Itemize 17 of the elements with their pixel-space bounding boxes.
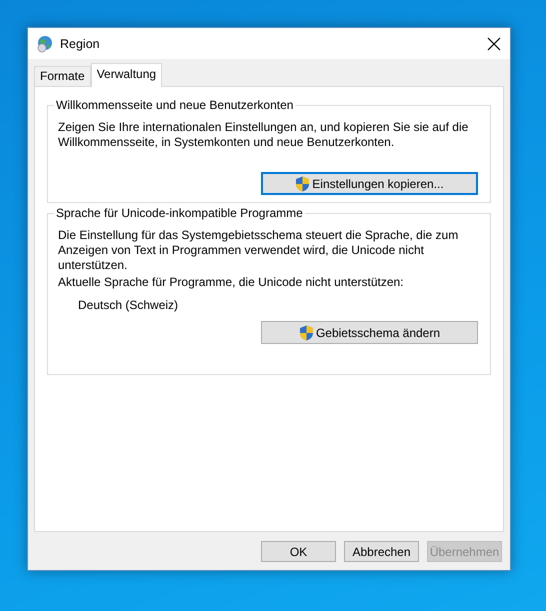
tab[interactable]: Verwaltung [90,63,162,87]
action-button[interactable]: Einstellungen kopieren... [261,172,478,195]
group-title: Willkommensseite und neue Benutzerkonten [54,98,296,112]
window-title: Region [60,36,101,50]
description-text: Aktuelle Sprache für Programme, die Unicode nicht unterstützen: [58,275,405,290]
group-title: Sprache für Unicode-inkompatible Programme [54,206,305,220]
close-icon[interactable] [486,36,502,52]
value-text: Deutsch (Schweiz) [78,298,180,313]
dialog-button[interactable]: Abbrechen [344,541,419,562]
shield-icon [295,176,310,192]
shield-icon [298,324,314,340]
description-text: Die Einstellung für das Systemgebietsschema steuert die Sprache, die zum Anzeigen von Text in Programmen verwendet wird, die Unicode nicht unterstützen. [58,228,460,273]
dialog-button[interactable]: OK [261,541,336,562]
tab[interactable]: Formate [34,66,91,86]
globe-icon [36,34,54,52]
action-button[interactable]: Gebietsschema ändern [261,321,478,344]
description-text: Zeigen Sie Ihre internationalen Einstellungen an, und kopieren Sie sie auf die Willkommensseite, in Systemkonten und neue Benutzerkonten. [58,120,470,150]
